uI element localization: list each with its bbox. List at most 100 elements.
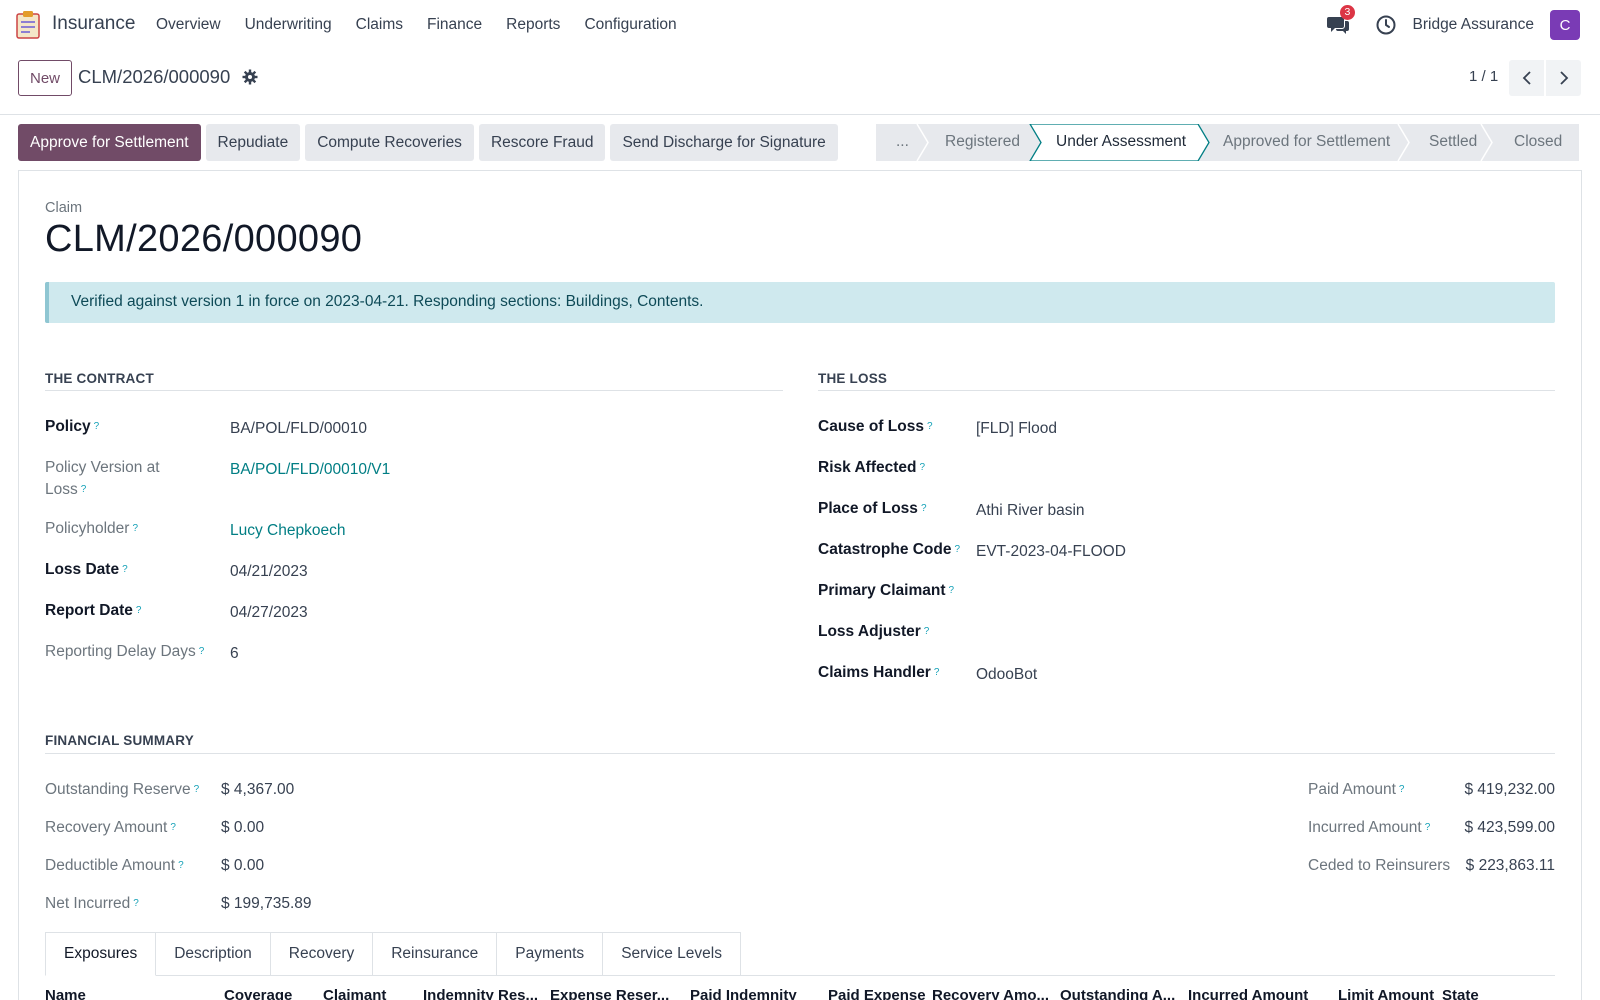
help-tooltip-icon: ? <box>926 421 933 432</box>
column-header-coverage[interactable]: Coverage <box>224 987 319 1000</box>
column-header-incurred-amount[interactable]: Incurred Amount <box>1188 987 1333 1000</box>
loss-date-field[interactable]: 04/21/2023 <box>230 561 308 583</box>
help-tooltip-icon: ? <box>198 646 205 657</box>
section-heading-loss: THE LOSS <box>818 371 888 386</box>
help-tooltip-icon: ? <box>80 484 87 495</box>
policy-label: Policy? <box>45 418 100 435</box>
pager-next-button[interactable] <box>1546 60 1581 96</box>
policy-version-label-line2: Loss? <box>45 481 87 498</box>
help-tooltip-icon: ? <box>170 822 176 833</box>
pager-value[interactable]: 1 / 1 <box>1469 68 1498 85</box>
column-header-outstanding-amount[interactable]: Outstanding A... <box>1060 987 1185 1000</box>
alert-text: Verified against version 1 in force on 2… <box>71 293 704 310</box>
column-header-limit-amount[interactable]: Limit Amount <box>1338 987 1438 1000</box>
menu-configuration[interactable]: Configuration <box>584 16 676 34</box>
tab-recovery[interactable]: Recovery <box>270 932 374 976</box>
menu-overview[interactable]: Overview <box>156 16 221 34</box>
messaging-button[interactable]: 3 <box>1326 5 1356 36</box>
record-type-label: Claim <box>45 200 83 216</box>
menu-finance[interactable]: Finance <box>427 16 482 34</box>
column-header-name[interactable]: Name <box>45 987 215 1000</box>
new-record-button[interactable]: New <box>18 60 73 96</box>
section-heading-financial: FINANCIAL SUMMARY <box>45 733 194 748</box>
help-tooltip-icon: ? <box>933 667 940 678</box>
user-avatar[interactable]: C <box>1550 10 1580 40</box>
column-header-paid-indemnity[interactable]: Paid Indemnity <box>690 987 825 1000</box>
main-menu: Overview Underwriting Claims Finance Rep… <box>156 0 701 50</box>
outstanding-reserve-value: $ 4,367.00 <box>221 781 295 798</box>
tab-service-levels[interactable]: Service Levels <box>603 932 741 976</box>
policy-version-label: Policy Version at <box>45 459 160 476</box>
approve-for-settlement-button[interactable]: Approve for Settlement <box>18 124 201 161</box>
message-count-badge: 3 <box>1339 5 1356 20</box>
insurance-app-icon[interactable] <box>14 10 42 40</box>
navbar-systray: 3 Bridge Assurance C <box>1326 5 1580 40</box>
recovery-amount-label: Recovery Amount? <box>45 819 176 836</box>
form-action-buttons: Approve for Settlement Repudiate Compute… <box>18 124 843 161</box>
menu-underwriting[interactable]: Underwriting <box>245 16 332 34</box>
compute-recoveries-button[interactable]: Compute Recoveries <box>305 124 474 161</box>
column-header-recovery-amount[interactable]: Recovery Amo... <box>932 987 1057 1000</box>
company-switcher[interactable]: Bridge Assurance <box>1413 16 1535 34</box>
control-panel: New CLM/2026/000090 1 / 1 <box>0 50 1600 115</box>
stage-under-assessment[interactable]: Under Assessment <box>1056 133 1186 151</box>
cause-of-loss-field[interactable]: [FLD] Flood <box>976 418 1057 440</box>
activity-clock-icon[interactable] <box>1375 14 1397 36</box>
stage-settled[interactable]: Settled <box>1429 133 1477 151</box>
stage-more-button[interactable]: ... <box>896 133 909 151</box>
column-header-expense-reserve[interactable]: Expense Reser... <box>550 987 685 1000</box>
policyholder-link[interactable]: Lucy Chepkoech <box>230 520 345 542</box>
stage-registered[interactable]: Registered <box>945 133 1020 151</box>
reporting-delay-label: Reporting Delay Days? <box>45 643 205 660</box>
policy-version-link[interactable]: BA/POL/FLD/00010/V1 <box>230 459 390 481</box>
column-header-state[interactable]: State <box>1442 987 1522 1000</box>
net-incurred-label: Net Incurred? <box>45 895 139 912</box>
stage-closed[interactable]: Closed <box>1514 133 1562 151</box>
column-header-claimant[interactable]: Claimant <box>323 987 418 1000</box>
tab-reinsurance[interactable]: Reinsurance <box>373 932 498 976</box>
menu-claims[interactable]: Claims <box>356 16 403 34</box>
chevron-right-icon <box>1559 71 1568 85</box>
loss-date-label: Loss Date? <box>45 561 128 578</box>
app-name[interactable]: Insurance <box>52 13 135 35</box>
tab-exposures[interactable]: Exposures <box>45 932 157 976</box>
help-tooltip-icon: ? <box>122 564 128 575</box>
menu-reports[interactable]: Reports <box>506 16 560 34</box>
top-navbar: Insurance Overview Underwriting Claims F… <box>0 0 1600 50</box>
gear-icon[interactable] <box>242 69 258 85</box>
loss-adjuster-label: Loss Adjuster? <box>818 623 930 640</box>
stage-approved-for-settlement[interactable]: Approved for Settlement <box>1223 133 1390 151</box>
column-header-paid-expense[interactable]: Paid Expense <box>828 987 928 1000</box>
help-tooltip-icon: ? <box>133 898 139 909</box>
place-of-loss-field[interactable]: Athi River basin <box>976 500 1085 522</box>
catastrophe-code-field[interactable]: EVT-2023-04-FLOOD <box>976 541 1126 563</box>
reporting-delay-value: 6 <box>230 645 239 662</box>
tab-description[interactable]: Description <box>156 932 271 976</box>
help-tooltip-icon: ? <box>1398 784 1405 795</box>
breadcrumb-record-name: CLM/2026/000090 <box>78 66 231 87</box>
place-of-loss-label: Place of Loss? <box>818 500 927 517</box>
report-date-field[interactable]: 04/27/2023 <box>230 602 308 624</box>
ceded-to-reinsurers-value: $ 223,863.11 <box>1465 857 1555 874</box>
tab-payments[interactable]: Payments <box>497 932 604 976</box>
incurred-amount-value: $ 423,599.00 <box>1464 819 1555 836</box>
info-alert: Verified against version 1 in force on 2… <box>45 282 1555 323</box>
outstanding-reserve-label: Outstanding Reserve? <box>45 781 200 798</box>
repudiate-button[interactable]: Repudiate <box>205 124 301 161</box>
help-tooltip-icon: ? <box>93 421 100 432</box>
send-discharge-button[interactable]: Send Discharge for Signature <box>610 124 838 161</box>
section-divider <box>818 390 1555 391</box>
policy-value[interactable]: BA/POL/FLD/00010 <box>230 418 367 440</box>
pager-previous-button[interactable] <box>1509 60 1544 96</box>
section-divider <box>45 390 783 391</box>
policyholder-label: Policyholder? <box>45 520 138 537</box>
net-incurred-value: $ 199,735.89 <box>221 895 312 912</box>
risk-affected-label: Risk Affected? <box>818 459 926 476</box>
column-header-indemnity-reserve[interactable]: Indemnity Res... <box>423 987 548 1000</box>
rescore-fraud-button[interactable]: Rescore Fraud <box>478 124 606 161</box>
cause-of-loss-label: Cause of Loss? <box>818 418 933 435</box>
claims-handler-field[interactable]: OdooBot <box>976 664 1037 686</box>
help-tooltip-icon: ? <box>132 523 138 534</box>
paid-amount-value: $ 419,232.00 <box>1464 781 1555 798</box>
page-title[interactable]: CLM/2026/000090 <box>45 218 362 261</box>
